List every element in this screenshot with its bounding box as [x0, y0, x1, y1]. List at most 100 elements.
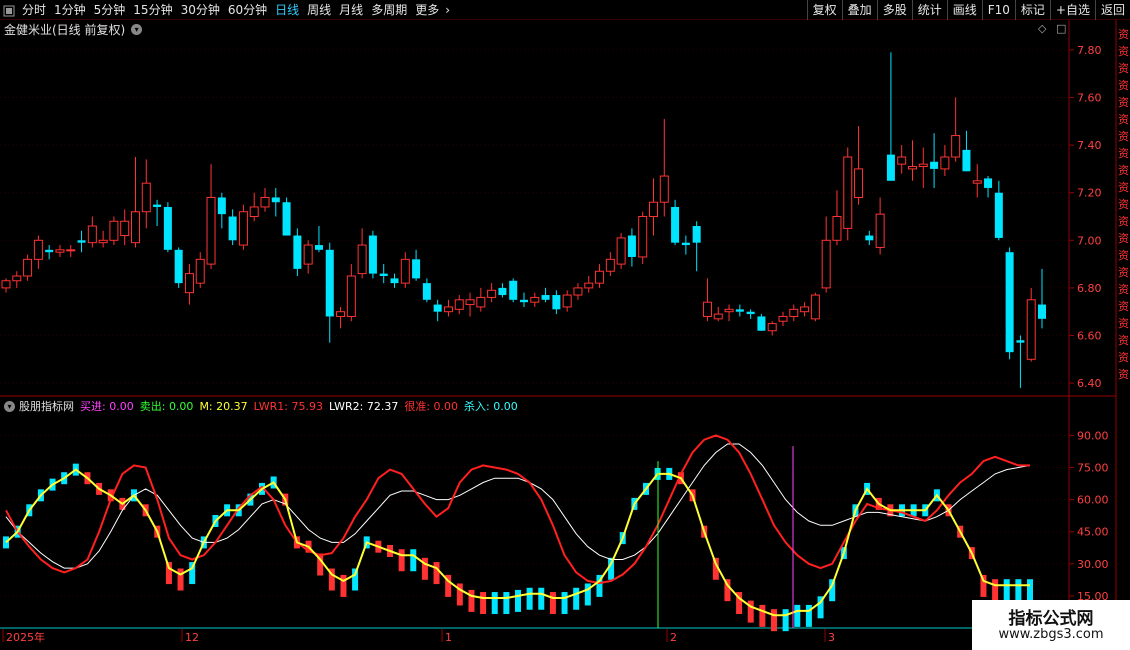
candle[interactable]: [433, 299, 442, 322]
candle[interactable]: [454, 295, 464, 315]
candle[interactable]: [77, 230, 86, 253]
candle[interactable]: [918, 147, 928, 188]
candle[interactable]: [314, 226, 323, 253]
candle[interactable]: [1016, 335, 1025, 388]
diamond-icon[interactable]: ◇: [1038, 22, 1046, 35]
candle[interactable]: [98, 230, 108, 248]
candle[interactable]: [800, 302, 810, 317]
candle[interactable]: [1005, 247, 1014, 360]
candle[interactable]: [746, 309, 755, 319]
candle[interactable]: [174, 247, 183, 288]
candle[interactable]: [789, 304, 799, 322]
kline-chart[interactable]: 7.80 7.60 7.40 7.20 7.00 6.80 6.60 6.40 90.00 75.…: [0, 0, 1130, 650]
candle[interactable]: [509, 278, 518, 303]
candle[interactable]: [984, 176, 993, 198]
candle[interactable]: [875, 197, 885, 255]
candle[interactable]: [357, 228, 367, 279]
candle[interactable]: [757, 314, 766, 331]
candle[interactable]: [303, 240, 313, 274]
candle[interactable]: [767, 321, 777, 336]
candle[interactable]: [260, 187, 270, 212]
candle[interactable]: [843, 147, 853, 241]
candle[interactable]: [897, 145, 907, 174]
candle[interactable]: [228, 209, 237, 246]
candle[interactable]: [412, 249, 421, 281]
chevron-down-icon[interactable]: ▾: [131, 23, 143, 35]
candle[interactable]: [23, 254, 33, 281]
candle[interactable]: [854, 126, 864, 205]
candle[interactable]: [962, 130, 971, 172]
candle[interactable]: [1, 278, 11, 293]
candle[interactable]: [832, 190, 842, 246]
candle[interactable]: [724, 304, 734, 322]
candle[interactable]: [951, 97, 961, 162]
candle[interactable]: [66, 245, 76, 257]
candle[interactable]: [681, 235, 690, 255]
candle[interactable]: [562, 290, 572, 312]
candle[interactable]: [87, 216, 97, 248]
candle[interactable]: [886, 52, 895, 181]
candle[interactable]: [131, 157, 140, 248]
candle[interactable]: [282, 197, 291, 236]
candle[interactable]: [552, 290, 561, 315]
candle[interactable]: [476, 287, 486, 312]
candle[interactable]: [541, 287, 550, 303]
candle[interactable]: [865, 230, 874, 246]
candle[interactable]: [195, 252, 205, 288]
candle[interactable]: [930, 133, 939, 188]
candle[interactable]: [810, 292, 820, 322]
candle[interactable]: [153, 199, 162, 227]
candle[interactable]: [692, 221, 701, 272]
candle[interactable]: [659, 118, 669, 217]
candle[interactable]: [346, 264, 356, 322]
candle[interactable]: [1026, 287, 1036, 362]
candle[interactable]: [649, 178, 658, 236]
candle[interactable]: [595, 264, 605, 288]
candle[interactable]: [141, 159, 151, 229]
candle[interactable]: [778, 311, 788, 326]
chevron-down-icon[interactable]: ▾: [4, 400, 15, 412]
candle[interactable]: [400, 252, 410, 288]
candle[interactable]: [336, 306, 346, 329]
candle[interactable]: [573, 283, 583, 300]
candle[interactable]: [940, 145, 950, 177]
candle[interactable]: [520, 292, 528, 307]
candle[interactable]: [908, 140, 917, 181]
candle[interactable]: [390, 273, 399, 288]
candle[interactable]: [249, 192, 259, 222]
candle[interactable]: [530, 292, 540, 307]
candle[interactable]: [217, 192, 226, 229]
candle[interactable]: [379, 264, 388, 284]
candle[interactable]: [12, 271, 22, 288]
candle[interactable]: [55, 245, 65, 257]
candle[interactable]: [422, 278, 431, 303]
candle[interactable]: [184, 264, 194, 305]
candle[interactable]: [735, 304, 744, 317]
candle[interactable]: [605, 252, 615, 276]
candle[interactable]: [120, 209, 130, 246]
candle[interactable]: [702, 278, 712, 322]
candle[interactable]: [206, 164, 216, 269]
candle[interactable]: [465, 292, 475, 317]
candle[interactable]: [713, 306, 723, 322]
candle[interactable]: [293, 228, 302, 276]
candle[interactable]: [238, 204, 248, 250]
candle[interactable]: [627, 228, 636, 267]
candle[interactable]: [498, 283, 507, 298]
candle[interactable]: [487, 283, 497, 303]
candle[interactable]: [616, 233, 626, 269]
candle[interactable]: [325, 242, 334, 343]
candle[interactable]: [671, 199, 680, 246]
candle[interactable]: [45, 245, 54, 260]
candle[interactable]: [109, 216, 119, 246]
candle[interactable]: [368, 230, 377, 279]
window-icon[interactable]: □: [1056, 22, 1066, 35]
candle[interactable]: [584, 276, 594, 293]
candle[interactable]: [33, 235, 43, 269]
candle[interactable]: [638, 211, 648, 265]
candle[interactable]: [1038, 268, 1046, 329]
candle[interactable]: [163, 202, 172, 253]
side-info-strip[interactable]: 资资资资资资资资资资资资资资资资资资资资资: [1117, 26, 1130, 383]
candle[interactable]: [821, 216, 831, 293]
candle[interactable]: [443, 299, 453, 317]
